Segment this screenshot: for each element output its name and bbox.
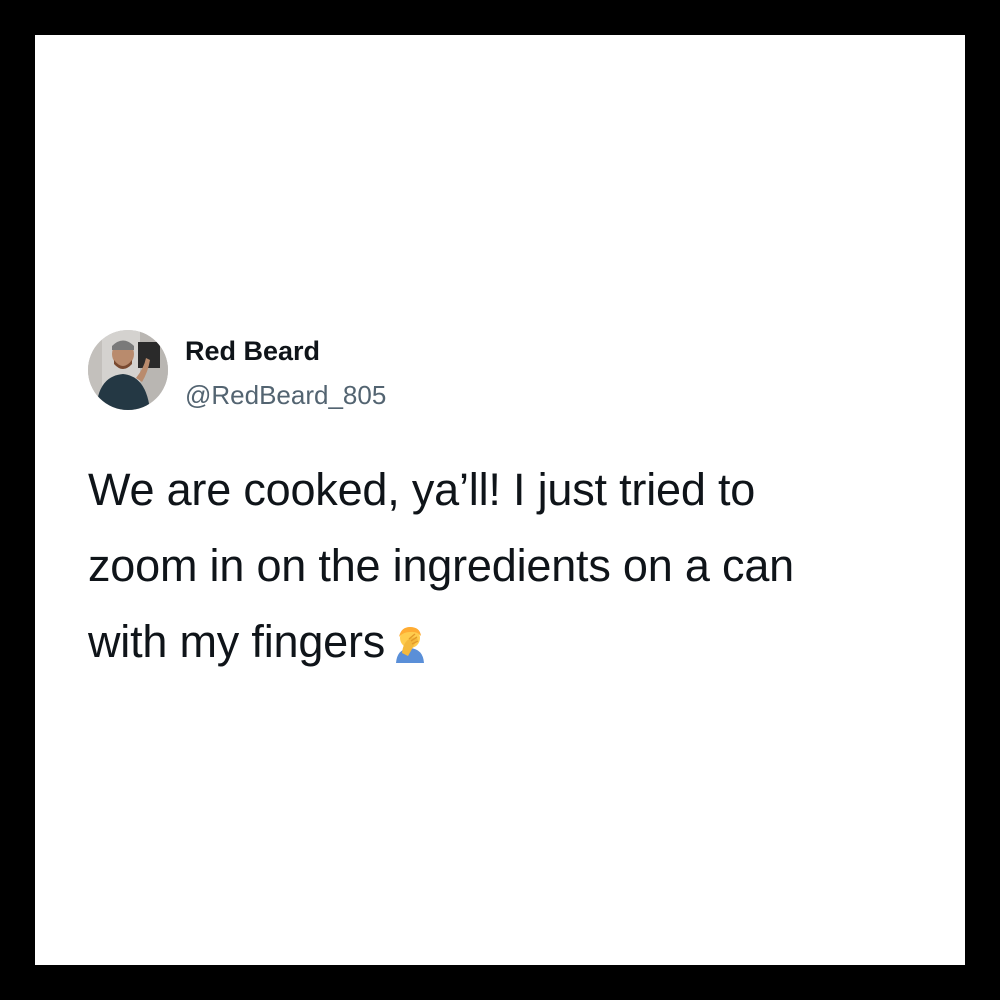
author-display-name[interactable]: Red Beard [185,336,320,367]
man-facepalming-icon [393,625,427,663]
tweet-text-segment: with my fingers [88,616,386,667]
tweet-text: We are cooked, ya’ll! I just tried to zo… [88,452,928,680]
author-handle[interactable]: @RedBeard_805 [185,380,386,411]
tweet-text-segment: zoom in on the ingredients on a can [88,540,794,591]
tweet-text-line: with my fingers [88,604,928,680]
tweet-text-line: We are cooked, ya’ll! I just tried to [88,464,756,515]
tweet: Red Beard @RedBeard_805 We are cooked, y… [88,330,928,680]
avatar[interactable] [88,330,168,410]
tweet-card: Red Beard @RedBeard_805 We are cooked, y… [35,35,965,965]
tweet-header: Red Beard @RedBeard_805 [88,330,928,412]
tweet-text-line: zoom in on the ingredients on a can [88,528,928,604]
avatar-photo-icon [88,330,168,410]
